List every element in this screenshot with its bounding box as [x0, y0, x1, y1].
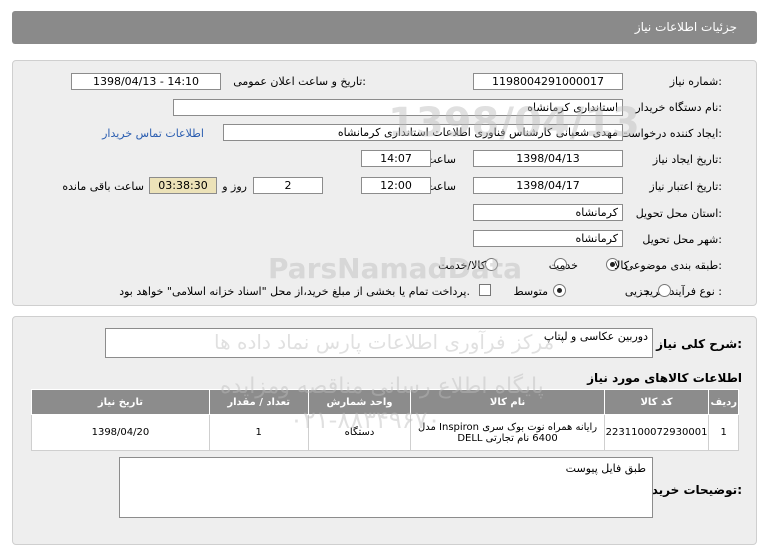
created-date-field[interactable]: 1398/04/13	[473, 150, 623, 167]
city-field[interactable]: کرمانشاه	[473, 230, 623, 247]
purchase-minor-radio[interactable]	[658, 284, 671, 297]
purchase-medium-label: متوسط	[513, 285, 548, 298]
purchase-minor-label: جزیی	[624, 285, 650, 298]
summary-label: شرح کلی نیاز:	[656, 337, 742, 351]
purchase-medium-radio[interactable]	[553, 284, 566, 297]
announce-label: تاریخ و ساعت اعلان عمومی:	[233, 75, 366, 88]
creator-label: ایجاد کننده درخواست:	[620, 127, 722, 140]
days-field[interactable]: 2	[253, 177, 323, 194]
province-field[interactable]: کرمانشاه	[473, 204, 623, 221]
need-number-label: شماره نیاز:	[669, 75, 722, 88]
col-unit: واحد شمارش	[307, 389, 412, 415]
buyer-org-field[interactable]: استانداری کرمانشاه	[173, 99, 623, 116]
col-quantity: تعداد / مقدار	[208, 389, 309, 415]
buyer-notes-label: توضیحات خریدار:	[640, 483, 742, 497]
items-header-row: ردیف کد کالا نام کالا واحد شمارش تعداد /…	[31, 389, 739, 415]
items-panel: شرح کلی نیاز: دوربین عکاسی و لپتاپ اطلاع…	[12, 316, 757, 545]
col-row-number: ردیف	[708, 389, 739, 415]
cell-unit: دستگاه	[307, 414, 412, 451]
purchase-type-label: نوع فرآیند خرید :	[644, 285, 722, 298]
province-label: استان محل تحویل:	[635, 207, 722, 220]
summary-field[interactable]: دوربین عکاسی و لپتاپ	[105, 328, 653, 358]
remaining-time-field: 03:38:30	[149, 177, 217, 194]
treasury-note: پرداخت تمام یا بخشی از مبلغ خرید،از محل …	[119, 285, 470, 298]
need-info-panel: شماره نیاز: 1198004291000017 تاریخ و ساع…	[12, 60, 757, 306]
cell-quantity: 1	[208, 414, 309, 451]
creator-field[interactable]: مهدی شعبانی کارشناس فناوری اطلاعات استان…	[223, 124, 623, 141]
page-header: جزئیات اطلاعات نیاز	[12, 11, 757, 44]
validity-date-label: تاریخ اعتبار نیاز:	[649, 180, 722, 193]
category-service-label: خدمت	[548, 259, 578, 272]
cell-row-number: 1	[708, 414, 739, 451]
category-goods-service-label: کالا/خدمت	[438, 259, 486, 272]
created-time-field[interactable]: 14:07	[361, 150, 431, 167]
category-goods-label: کالا	[614, 259, 629, 272]
buyer-contact-link[interactable]: اطلاعات تماس خریدار	[102, 127, 204, 140]
days-label: روز و	[222, 180, 247, 193]
col-item-name: نام کالا	[410, 389, 605, 415]
page-title: جزئیات اطلاعات نیاز	[634, 20, 737, 34]
city-label: شهر محل تحویل:	[642, 233, 722, 246]
created-date-label: تاریخ ایجاد نیاز:	[652, 153, 722, 166]
cell-need-date: 1398/04/20	[31, 414, 210, 451]
col-need-date: تاریخ نیاز	[31, 389, 210, 415]
cell-item-name: رایانه همراه نوت بوک سری Inspiron مدل 64…	[410, 414, 605, 451]
treasury-checkbox[interactable]	[479, 284, 491, 296]
remaining-label: ساعت باقی مانده	[62, 180, 144, 193]
buyer-org-label: نام دستگاه خریدار:	[635, 101, 722, 114]
items-title: اطلاعات کالاهای مورد نیاز	[587, 371, 742, 385]
category-goods-service-radio[interactable]	[485, 258, 498, 271]
cell-item-code: 2231100072930001	[603, 414, 710, 451]
announce-field[interactable]: 1398/04/13 - 14:10	[71, 73, 221, 90]
need-number-field[interactable]: 1198004291000017	[473, 73, 623, 90]
col-item-code: کد کالا	[603, 389, 710, 415]
items-table: ردیف کد کالا نام کالا واحد شمارش تعداد /…	[31, 389, 739, 451]
validity-date-field[interactable]: 1398/04/17	[473, 177, 623, 194]
table-row: 1 2231100072930001 رایانه همراه نوت بوک …	[31, 414, 739, 451]
validity-time-field[interactable]: 12:00	[361, 177, 431, 194]
buyer-notes-field[interactable]: طبق فایل پیوست	[119, 457, 653, 518]
category-label: طبقه بندی موضوعی:	[624, 259, 722, 272]
